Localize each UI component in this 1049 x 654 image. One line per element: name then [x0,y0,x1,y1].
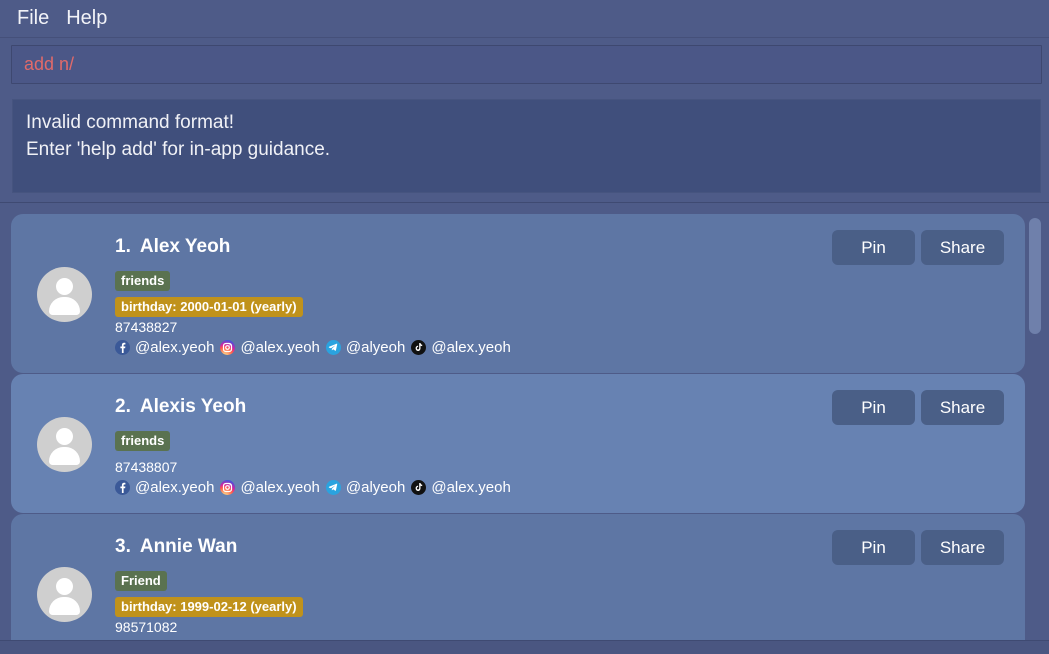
person-list: 1. Alex Yeoh friends birthday: 2000-01-01… [0,204,1049,640]
avatar-body-icon [49,447,80,465]
tag-badge: Friend [115,571,167,591]
menu-bar: File Help [0,0,1049,38]
result-display: Invalid command format! Enter 'help add'… [12,99,1041,193]
social-handles: @alex.yeoh @alex.yeoh @alyeoh @alex.yeoh [115,338,517,356]
tiktok-icon [411,339,427,355]
pin-button[interactable]: Pin [832,390,915,425]
birthday-badge: birthday: 2000-01-01 (yearly) [115,297,303,317]
facebook-icon [115,339,130,355]
person-name-text: Annie Wan [139,536,238,557]
share-button[interactable]: Share [921,390,1004,425]
person-card[interactable]: 3. Annie Wan Friend birthday: 1999-02-12 … [11,514,1025,640]
person-index: 3. [115,536,131,557]
share-button[interactable]: Share [921,230,1004,265]
tiktok-handle: @alex.yeoh [431,338,511,356]
result-line-hint: Enter 'help add' for in-app guidance. [26,139,331,160]
telegram-icon [325,339,341,355]
phone-number: 98571082 [115,619,178,635]
status-bar [0,640,1049,654]
instagram-icon [220,339,236,355]
telegram-handle: @alyeoh [345,478,406,496]
avatar-head-icon [56,578,73,595]
tiktok-handle: @alex.yeoh [431,478,511,496]
person-index: 2. [115,396,131,417]
pin-button[interactable]: Pin [832,530,915,565]
avatar [37,567,92,622]
telegram-handle: @alyeoh [345,338,406,356]
scrollbar-thumb[interactable] [1029,218,1041,334]
birthday-badge: birthday: 1999-02-12 (yearly) [115,597,303,617]
avatar-body-icon [49,597,80,615]
phone-number: 87438807 [115,459,178,475]
menu-help[interactable]: Help [66,7,107,30]
person-card[interactable]: 1. Alex Yeoh friends birthday: 2000-01-01… [11,214,1025,373]
command-box [11,45,1042,84]
facebook-handle: @alex.yeoh [135,478,215,496]
menu-file[interactable]: File [17,7,49,30]
tag-badge: friends [115,431,171,451]
tiktok-icon [411,479,427,495]
person-name: 3. Annie Wan [115,536,237,558]
telegram-icon [325,479,341,495]
person-name: 2. Alexis Yeoh [115,396,246,418]
social-handles: @alex.yeoh @alex.yeoh @alyeoh @alex.yeoh [115,478,517,496]
result-panel: Invalid command format! Enter 'help add'… [0,91,1049,203]
instagram-icon [220,479,236,495]
avatar [37,417,92,472]
list-scrollbar[interactable] [1028,204,1042,640]
person-index: 1. [115,236,131,257]
person-card[interactable]: 2. Alexis Yeoh friends 87438807 @alex.yeo… [11,374,1025,513]
command-input[interactable] [24,54,1041,75]
person-name-text: Alex Yeoh [139,236,231,257]
phone-number: 87438827 [115,319,178,335]
avatar-head-icon [56,278,73,295]
facebook-icon [115,479,130,495]
avatar-body-icon [49,297,80,315]
avatar-head-icon [56,428,73,445]
person-name-text: Alexis Yeoh [139,396,247,417]
instagram-handle: @alex.yeoh [240,338,320,356]
person-name: 1. Alex Yeoh [115,236,230,258]
instagram-handle: @alex.yeoh [240,478,320,496]
tag-badge: friends [115,271,171,291]
avatar [37,267,92,322]
result-line-error: Invalid command format! [26,112,235,133]
pin-button[interactable]: Pin [832,230,915,265]
facebook-handle: @alex.yeoh [135,338,215,356]
share-button[interactable]: Share [921,530,1004,565]
